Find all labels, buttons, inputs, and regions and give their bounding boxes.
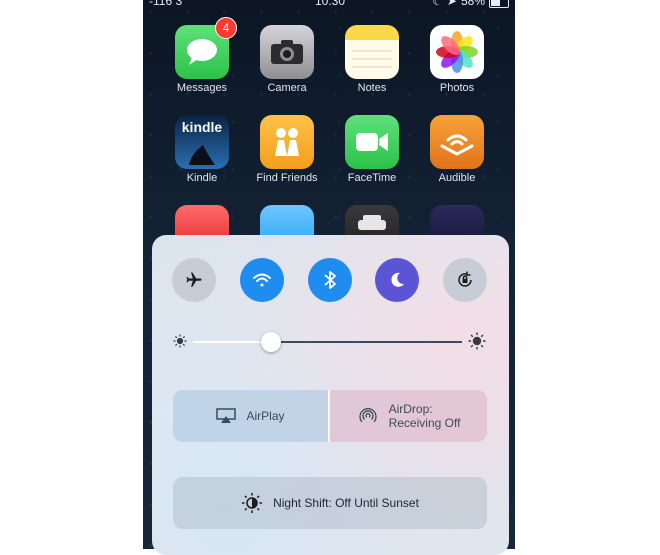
app-label: Audible [438, 172, 476, 184]
app-kindle[interactable]: kindle Kindle [169, 115, 235, 184]
camera-icon [260, 25, 314, 79]
moon-icon: ☾ [432, 0, 443, 8]
rotation-lock-icon [458, 271, 472, 287]
app-label: FaceTime [347, 172, 397, 184]
app-messages[interactable]: 4 Messages [169, 17, 237, 94]
carrier-label: -116 3 [149, 0, 183, 8]
app-notes[interactable]: Notes [339, 25, 405, 94]
night-shift-button[interactable]: Night Shift: Off Until Sunset [173, 477, 487, 529]
app-photos[interactable]: Photos [424, 25, 490, 94]
app-label: Messages [176, 82, 228, 94]
status-bar: -116 3 10:30 ☾ ➤ 58% [143, 0, 515, 10]
find-friends-icon [260, 115, 314, 169]
app-label: Photos [439, 82, 475, 94]
app-label: Find Friends [256, 172, 318, 184]
notes-icon [345, 25, 399, 79]
app-audible[interactable]: Audible [424, 115, 490, 184]
kindle-icon: kindle [175, 115, 229, 169]
airplay-label: AirPlay [246, 409, 285, 423]
battery-percent: 58% [460, 0, 485, 8]
location-icon: ➤ [446, 0, 457, 8]
moon-icon [391, 272, 404, 287]
airdrop-icon [359, 408, 377, 423]
app-label: Kindle [186, 172, 218, 184]
app-label: Notes [357, 82, 387, 94]
airplane-icon [186, 272, 202, 287]
airdrop-button[interactable]: AirDrop: Receiving Off [330, 390, 487, 442]
bluetooth-icon [324, 271, 336, 289]
messages-icon: 4 [175, 17, 237, 79]
battery-icon [489, 0, 509, 8]
app-find-friends[interactable]: Find Friends [254, 115, 320, 184]
clock: 10:30 [315, 0, 346, 8]
app-camera[interactable]: Camera [254, 25, 320, 94]
airplay-icon [216, 408, 237, 423]
night-shift-label: Night Shift: Off Until Sunset [273, 496, 419, 510]
notification-badge: 4 [215, 17, 237, 39]
control-center: AirPlay AirDrop: Receiving Off Night Shi… [152, 235, 509, 555]
bluetooth-toggle[interactable] [308, 258, 352, 302]
audible-icon [430, 115, 484, 169]
airdrop-label: AirDrop: Receiving Off [389, 402, 461, 430]
brightness-low-icon [173, 334, 187, 353]
app-label: Camera [267, 82, 307, 94]
kindle-wordmark: kindle [181, 119, 223, 135]
airdrop-label-line2: Receiving Off [388, 416, 461, 430]
airdrop-label-line1: AirDrop: [388, 402, 433, 416]
status-right: ☾ ➤ 58% [432, 0, 509, 8]
wifi-icon [253, 273, 271, 287]
facetime-icon [345, 115, 399, 169]
brightness-high-icon [468, 332, 486, 355]
app-facetime[interactable]: FaceTime [339, 115, 405, 184]
brightness-slider-thumb[interactable] [261, 332, 281, 352]
photos-icon [430, 25, 484, 79]
airplay-button[interactable]: AirPlay [173, 390, 328, 442]
airplane-mode-toggle[interactable] [172, 258, 216, 302]
night-shift-icon [242, 493, 263, 513]
wifi-toggle[interactable] [240, 258, 284, 302]
do-not-disturb-toggle[interactable] [375, 258, 419, 302]
rotation-lock-toggle[interactable] [443, 258, 487, 302]
